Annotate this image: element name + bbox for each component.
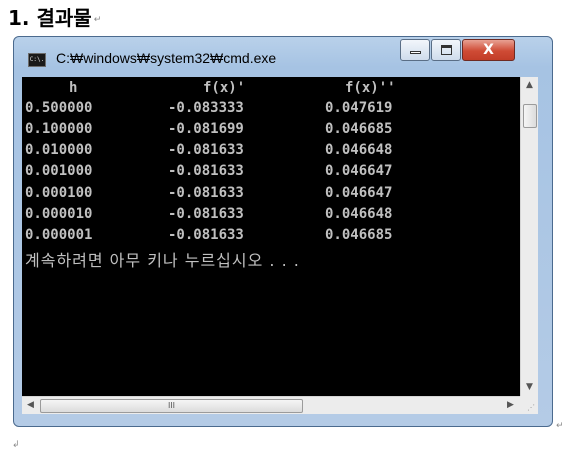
vertical-scroll-thumb[interactable] (523, 104, 537, 128)
table-row: 0.000100 -0.081633 0.046647 (25, 185, 392, 202)
cell-h: 0.000001 (25, 227, 93, 243)
cell-first-derivative: -0.081633 (168, 142, 244, 158)
maximize-icon (441, 45, 452, 55)
cmd-icon[interactable]: C:\. (28, 53, 46, 67)
heading-text: 1. 결과물 (8, 6, 92, 30)
close-button[interactable]: X (462, 39, 515, 61)
document-heading: 1. 결과물 ↵ (8, 6, 101, 32)
close-icon: X (483, 42, 494, 58)
paragraph-mark-icon: ↵ (93, 14, 102, 25)
header-second-derivative: f(x)'' (345, 80, 396, 96)
minimize-button[interactable] (400, 39, 430, 61)
cell-first-derivative: -0.081633 (168, 163, 244, 179)
console-output[interactable]: h f(x)' f(x)'' 0.500000 -0.083333 0.0476… (22, 77, 520, 396)
cell-second-derivative: 0.046648 (325, 206, 393, 222)
cell-h: 0.100000 (25, 121, 93, 137)
header-h: h (69, 80, 78, 96)
cell-second-derivative: 0.046647 (325, 163, 393, 179)
vertical-scrollbar[interactable]: ▲ ▼ (520, 77, 538, 396)
thumb-grip-icon: III (167, 401, 176, 410)
paragraph-mark-small-icon: ↲ (12, 440, 20, 450)
cell-h: 0.010000 (25, 142, 93, 158)
table-row: 0.000001 -0.081633 0.046685 (25, 227, 392, 244)
maximize-button[interactable] (431, 39, 461, 61)
table-row: 0.500000 -0.083333 0.047619 (25, 100, 392, 117)
scroll-down-arrow-icon[interactable]: ▼ (521, 379, 538, 396)
horizontal-scroll-thumb[interactable]: III (40, 399, 303, 413)
cell-second-derivative: 0.047619 (325, 100, 393, 116)
cell-second-derivative: 0.046685 (325, 121, 393, 137)
continue-prompt: 계속하려면 아무 키나 누르십시오 . . . (25, 251, 300, 270)
table-row: 0.000010 -0.081633 0.046648 (25, 206, 392, 223)
cell-first-derivative: -0.081633 (168, 185, 244, 201)
table-row: 0.001000 -0.081633 0.046647 (25, 163, 392, 180)
paragraph-mark-icon: ↵ (556, 421, 564, 431)
header-first-derivative: f(x)' (203, 80, 246, 96)
cell-h: 0.000100 (25, 185, 93, 201)
cell-h: 0.500000 (25, 100, 93, 116)
horizontal-scrollbar[interactable]: ◀ III ▶ (22, 396, 520, 414)
cell-first-derivative: -0.081633 (168, 206, 244, 222)
scroll-left-arrow-icon[interactable]: ◀ (22, 397, 39, 414)
scroll-up-arrow-icon[interactable]: ▲ (521, 77, 538, 94)
minimize-icon (410, 51, 421, 54)
cmd-window: C:\. C:₩windows₩system32₩cmd.exe X h f(x… (13, 36, 553, 427)
window-titlebar[interactable]: C:\. C:₩windows₩system32₩cmd.exe X (14, 37, 552, 77)
cell-second-derivative: 0.046685 (325, 227, 393, 243)
cell-h: 0.000010 (25, 206, 93, 222)
table-row: 0.010000 -0.081633 0.046648 (25, 142, 392, 159)
resize-corner[interactable]: ⋰ (520, 396, 538, 414)
table-header-row: h f(x)' f(x)'' (25, 80, 396, 97)
cell-first-derivative: -0.081633 (168, 227, 244, 243)
cell-h: 0.001000 (25, 163, 93, 179)
window-title: C:₩windows₩system32₩cmd.exe (56, 50, 277, 66)
cell-second-derivative: 0.046647 (325, 185, 393, 201)
table-row: 0.100000 -0.081699 0.046685 (25, 121, 392, 138)
resize-grip-icon: ⋰ (527, 403, 535, 412)
cell-first-derivative: -0.083333 (168, 100, 244, 116)
scroll-right-arrow-icon[interactable]: ▶ (502, 397, 519, 414)
cell-first-derivative: -0.081699 (168, 121, 244, 137)
cell-second-derivative: 0.046648 (325, 142, 393, 158)
